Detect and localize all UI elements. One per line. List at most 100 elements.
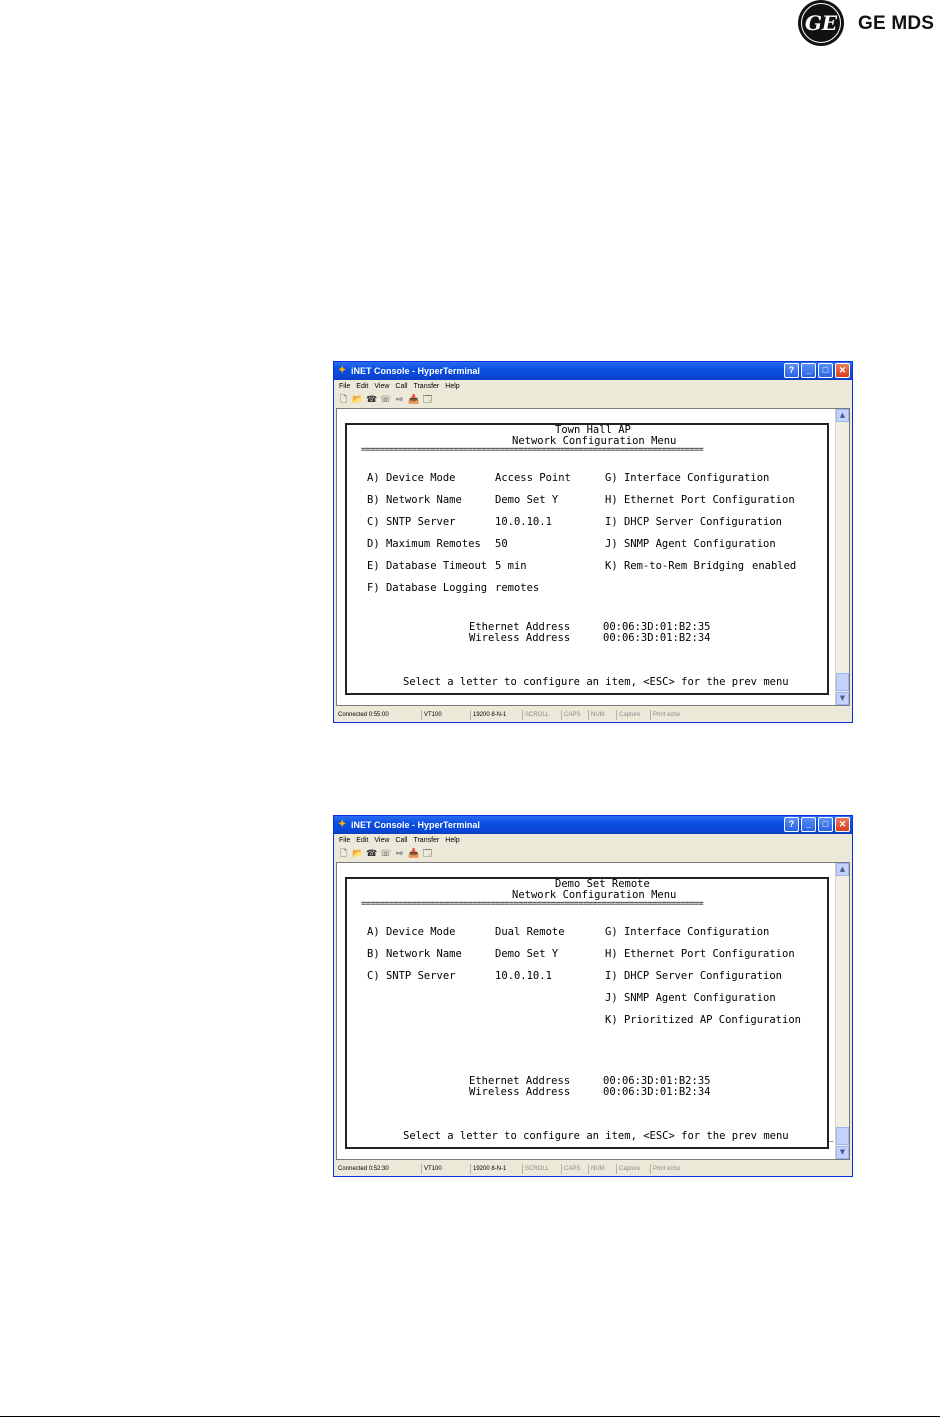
status-field: NUM [588, 1164, 605, 1174]
menu-view[interactable]: View [374, 837, 389, 844]
menu-item-right[interactable]: I) DHCP Server Configuration [605, 971, 782, 982]
menu-item-left[interactable]: B) Network Name [367, 949, 462, 960]
menu-item-left[interactable]: A) Device Mode [367, 473, 456, 484]
toolbar: 🗋 📂 ☎ ☏ ⇨ 📥 🗔 [334, 393, 433, 407]
disconnect-icon[interactable]: ☎ [366, 395, 377, 405]
vertical-scrollbar[interactable]: ▲ ▼ [835, 863, 849, 1159]
close-button[interactable]: ✕ [835, 817, 850, 832]
properties-icon[interactable]: 🗔 [422, 846, 433, 862]
open-folder-icon[interactable]: 📂 [352, 395, 363, 405]
status-bar: Connected 0:52:30 VT100 19200 8-N-1 SCROLL C… [336, 1162, 850, 1175]
menu-file[interactable]: File [339, 837, 350, 844]
receive-icon[interactable]: 📥 [408, 849, 419, 859]
status-field: VT100 [421, 1164, 442, 1174]
status-field: Connected 0:55:00 [338, 712, 389, 718]
terminal-cursor: _ [827, 1130, 834, 1142]
menu-view[interactable]: View [374, 383, 389, 390]
menu-item-right[interactable]: G) Interface Configuration [605, 927, 769, 938]
menu-item-right[interactable]: G) Interface Configuration [605, 473, 769, 484]
ge-mds-logo: GE GE MDS [798, 0, 940, 50]
status-field: CAPS [561, 710, 580, 720]
menu-item-right[interactable]: H) Ethernet Port Configuration [605, 495, 795, 506]
status-bar: Connected 0:55:00 VT100 19200 8-N-1 SCROLL C… [336, 708, 850, 721]
scroll-up-icon[interactable]: ▲ [836, 863, 849, 876]
help-button[interactable]: ? [784, 817, 799, 832]
scroll-down-icon[interactable]: ▼ [836, 692, 849, 705]
status-field: Print echo [650, 1164, 680, 1174]
scroll-up-icon[interactable]: ▲ [836, 409, 849, 422]
wireless-address-label: Wireless Address [469, 632, 571, 644]
hyperterminal-icon: ✦ [338, 365, 347, 376]
menu-item-left[interactable]: C) SNTP Server [367, 971, 456, 982]
menu-item-value: 10.0.10.1 [495, 970, 552, 982]
menu-help[interactable]: Help [445, 383, 459, 390]
minimize-button[interactable]: _ [801, 363, 816, 378]
phone-icon[interactable]: ☏ [380, 395, 391, 405]
close-button[interactable]: ✕ [835, 363, 850, 378]
page-bottom-rule [0, 1416, 940, 1417]
help-button[interactable]: ? [784, 363, 799, 378]
menu-item-right[interactable]: K) Rem-to-Rem Bridging [605, 561, 744, 572]
status-field: SCROLL [522, 710, 549, 720]
send-icon[interactable]: ⇨ [394, 849, 405, 859]
menu-transfer[interactable]: Transfer [413, 383, 439, 390]
menu-item-left[interactable]: D) Maximum Remotes [367, 539, 481, 550]
hyperterminal-icon: ✦ [338, 819, 347, 830]
vertical-scrollbar[interactable]: ▲ ▼ [835, 409, 849, 705]
menu-item-right[interactable]: I) DHCP Server Configuration [605, 517, 782, 528]
hyperterminal-window: ✦ iNET Console - HyperTerminal ? _ □ ✕ F… [333, 361, 853, 723]
menu-item-value: Dual Remote [495, 926, 565, 938]
status-field: 19200 8-N-1 [470, 710, 506, 720]
disconnect-icon[interactable]: ☎ [366, 849, 377, 859]
terminal-screen: Demo Set Remote Network Configuration Me… [345, 877, 833, 1149]
menu-help[interactable]: Help [445, 837, 459, 844]
menu-edit[interactable]: Edit [356, 383, 368, 390]
menu-item-value: Demo Set Y [495, 948, 559, 960]
menu-item-right[interactable]: J) SNMP Agent Configuration [605, 993, 776, 1004]
title-bar[interactable]: ✦ iNET Console - HyperTerminal ? _ □ ✕ [334, 816, 852, 834]
wireless-address-label: Wireless Address [469, 1086, 571, 1098]
scroll-down-icon[interactable]: ▼ [836, 1146, 849, 1159]
minimize-button[interactable]: _ [801, 817, 816, 832]
menu-call[interactable]: Call [395, 837, 407, 844]
maximize-button[interactable]: □ [818, 817, 833, 832]
menu-item-left[interactable]: C) SNTP Server [367, 517, 456, 528]
menu-item-right[interactable]: J) SNMP Agent Configuration [605, 539, 776, 550]
status-field: 19200 8-N-1 [470, 1164, 506, 1174]
menu-item-right[interactable]: K) Prioritized AP Configuration [605, 1015, 801, 1026]
menu-item-value: 50 [495, 538, 508, 550]
menu-bar: File Edit View Call Transfer Help [334, 381, 460, 392]
logo-text: GE MDS [858, 13, 935, 34]
window-title: iNET Console - HyperTerminal [351, 820, 480, 830]
menu-item-left[interactable]: F) Database Logging [367, 583, 487, 594]
ge-monogram-icon: GE [798, 0, 844, 46]
toolbar: 🗋 📂 ☎ ☏ ⇨ 📥 🗔 [334, 847, 433, 861]
menu-edit[interactable]: Edit [356, 837, 368, 844]
menu-item-left[interactable]: A) Device Mode [367, 927, 456, 938]
properties-icon[interactable]: 🗔 [422, 392, 433, 408]
menu-file[interactable]: File [339, 383, 350, 390]
menu-item-left[interactable]: E) Database Timeout [367, 561, 487, 572]
menu-item-left[interactable]: B) Network Name [367, 495, 462, 506]
terminal-area[interactable]: Demo Set Remote Network Configuration Me… [336, 862, 850, 1160]
wireless-address-value: 00:06:3D:01:B2:34 [603, 632, 711, 644]
menu-item-value: remotes [495, 582, 540, 594]
status-field: NUM [588, 710, 605, 720]
terminal-area[interactable]: Town Hall AP Network Configuration Menu … [336, 408, 850, 706]
phone-icon[interactable]: ☏ [380, 849, 391, 859]
maximize-button[interactable]: □ [818, 363, 833, 378]
menu-call[interactable]: Call [395, 383, 407, 390]
menu-item-right[interactable]: H) Ethernet Port Configuration [605, 949, 795, 960]
new-file-icon[interactable]: 🗋 [338, 392, 349, 408]
menu-transfer[interactable]: Transfer [413, 837, 439, 844]
logo-mark: GE [804, 11, 838, 35]
new-file-icon[interactable]: 🗋 [338, 846, 349, 862]
menu-item-value: 5 min [495, 560, 527, 572]
status-field: Connected 0:52:30 [338, 1166, 389, 1172]
send-icon[interactable]: ⇨ [394, 395, 405, 405]
title-bar[interactable]: ✦ iNET Console - HyperTerminal ? _ □ ✕ [334, 362, 852, 380]
open-folder-icon[interactable]: 📂 [352, 849, 363, 859]
scroll-thumb[interactable] [836, 673, 849, 691]
scroll-thumb[interactable] [836, 1127, 849, 1145]
receive-icon[interactable]: 📥 [408, 395, 419, 405]
